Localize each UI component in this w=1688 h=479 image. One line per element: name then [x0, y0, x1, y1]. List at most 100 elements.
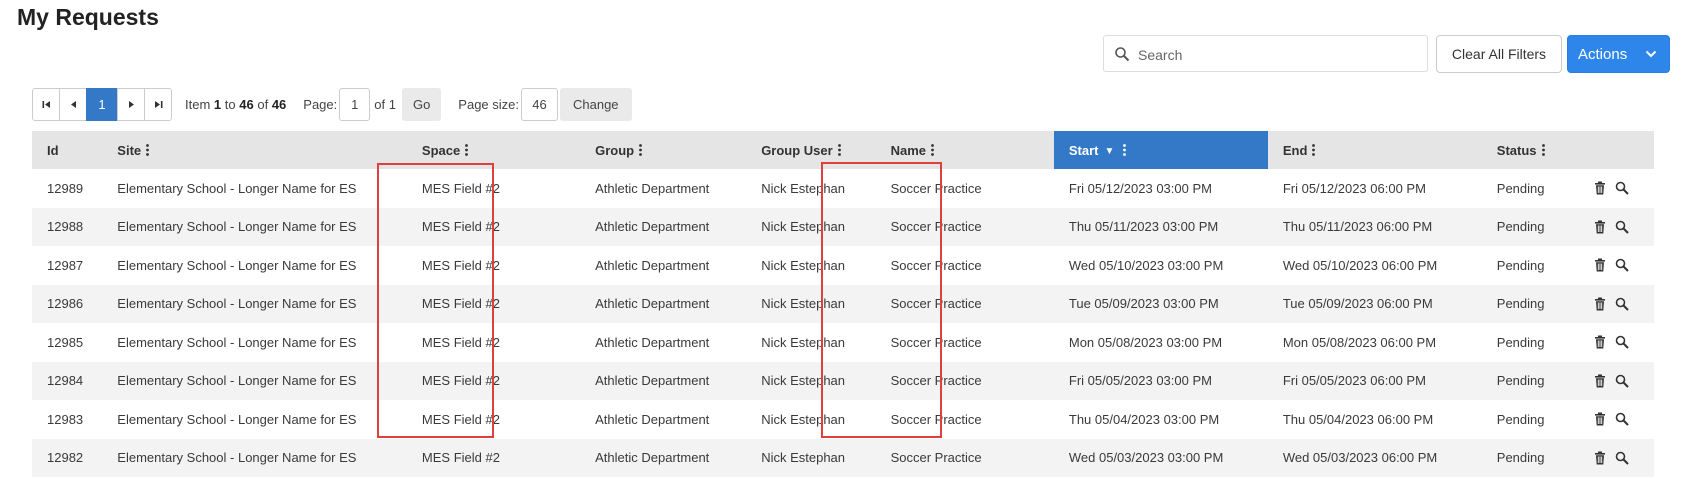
column-menu-icon[interactable]: [639, 143, 643, 156]
magnifier-icon[interactable]: [1615, 412, 1629, 426]
table-row[interactable]: 12988 Elementary School - Longer Name fo…: [32, 207, 1654, 246]
column-menu-icon[interactable]: [837, 143, 841, 156]
page-button-current[interactable]: 1: [86, 88, 118, 121]
cell-end: Thu 05/04/2023 06:00 PM: [1282, 411, 1434, 427]
trash-icon[interactable]: [1594, 297, 1606, 311]
cell-id: 12985: [47, 334, 84, 350]
cell-site: Elementary School - Longer Name for ES: [117, 180, 357, 196]
cell-space: MES Field #2: [406, 284, 581, 323]
cell-name: Soccer Practice: [875, 284, 1054, 323]
item-to-word: to: [224, 97, 236, 112]
page-size-input[interactable]: [521, 88, 558, 121]
cell-start: Wed 05/03/2023 03:00 PM: [1053, 438, 1268, 477]
magnifier-icon[interactable]: [1615, 258, 1629, 272]
page-number-input[interactable]: [339, 88, 371, 121]
column-header-group[interactable]: Group: [580, 131, 747, 169]
trash-icon[interactable]: [1594, 335, 1606, 349]
cell-group-user: Nick Estephan: [746, 438, 876, 477]
cell-name: Soccer Practice: [875, 438, 1054, 477]
prev-page-button[interactable]: [59, 88, 87, 121]
cell-status: Pending: [1496, 411, 1545, 427]
magnifier-icon[interactable]: [1615, 220, 1629, 234]
column-menu-icon[interactable]: [465, 143, 469, 156]
cell-status: Pending: [1496, 257, 1545, 273]
trash-icon[interactable]: [1594, 374, 1606, 388]
column-header-start[interactable]: Start ▼: [1053, 131, 1268, 169]
cell-group-user: Nick Estephan: [746, 284, 876, 323]
trash-icon[interactable]: [1594, 220, 1606, 234]
search-input[interactable]: [1136, 40, 1420, 69]
cell-actions: [1578, 207, 1654, 246]
column-label: Group: [595, 142, 635, 158]
go-button[interactable]: Go: [401, 88, 442, 121]
column-header-status[interactable]: Status: [1481, 131, 1579, 169]
column-header-id[interactable]: Id: [32, 131, 103, 169]
item-to: 46: [239, 97, 254, 112]
column-menu-icon[interactable]: [931, 143, 934, 156]
item-total: 46: [271, 97, 287, 112]
column-header-group-user[interactable]: Group User: [746, 131, 876, 169]
trash-icon[interactable]: [1594, 451, 1606, 465]
cell-site: Elementary School - Longer Name for ES: [117, 257, 357, 273]
page-title: My Requests: [17, 4, 159, 30]
cell-status: Pending: [1496, 180, 1545, 196]
search-box[interactable]: [1103, 35, 1428, 72]
next-page-button[interactable]: [117, 88, 145, 121]
cell-actions: [1578, 438, 1654, 477]
table-row[interactable]: 12987 Elementary School - Longer Name fo…: [32, 246, 1654, 285]
cell-space: MES Field #2: [421, 257, 500, 273]
table-row[interactable]: 12982 Elementary School - Longer Name fo…: [32, 438, 1654, 477]
table-row[interactable]: 12985 Elementary School - Longer Name fo…: [32, 323, 1654, 362]
cell-group: Athletic Department: [580, 361, 747, 400]
item-of-word: of: [257, 97, 269, 112]
cell-id: 12983: [47, 411, 84, 427]
column-menu-icon[interactable]: [1312, 143, 1316, 156]
table-row[interactable]: 12984 Elementary School - Longer Name fo…: [32, 361, 1654, 400]
requests-table: Id Site Space Group Group User Name Star…: [32, 131, 1654, 477]
cell-id: 12984: [32, 361, 103, 400]
cell-status: Pending: [1481, 284, 1579, 323]
magnifier-icon[interactable]: [1615, 451, 1629, 465]
cell-group: Athletic Department: [595, 334, 710, 350]
cell-status: Pending: [1496, 334, 1545, 350]
column-header-site[interactable]: Site: [102, 131, 407, 169]
column-label: Id: [47, 142, 59, 158]
magnifier-icon[interactable]: [1615, 374, 1629, 388]
column-header-name[interactable]: Name: [875, 131, 1054, 169]
column-header-space[interactable]: Space: [406, 131, 581, 169]
cell-name: Soccer Practice: [890, 180, 982, 196]
magnifier-icon[interactable]: [1615, 181, 1629, 195]
cell-start: Fri 05/05/2023 03:00 PM: [1053, 361, 1268, 400]
column-menu-icon[interactable]: [1123, 143, 1127, 156]
cell-space: MES Field #2: [406, 438, 581, 477]
cell-site: Elementary School - Longer Name for ES: [102, 361, 407, 400]
cell-start: Thu 05/04/2023 03:00 PM: [1068, 411, 1220, 427]
clear-all-filters-button[interactable]: Clear All Filters: [1436, 35, 1562, 73]
trash-icon[interactable]: [1594, 181, 1606, 195]
cell-group-user: Nick Estephan: [746, 207, 876, 246]
trash-icon[interactable]: [1594, 258, 1606, 272]
next-page-icon: [128, 101, 134, 108]
table-body: 12989 Elementary School - Longer Name fo…: [32, 169, 1654, 477]
cell-group: Athletic Department: [595, 411, 710, 427]
first-page-button[interactable]: [32, 88, 60, 121]
magnifier-icon[interactable]: [1615, 297, 1629, 311]
column-header-end[interactable]: End: [1267, 131, 1482, 169]
table-row[interactable]: 12983 Elementary School - Longer Name fo…: [32, 400, 1654, 439]
column-menu-icon[interactable]: [146, 143, 150, 156]
table-row[interactable]: 12989 Elementary School - Longer Name fo…: [32, 169, 1654, 208]
change-button[interactable]: Change: [560, 88, 632, 121]
magnifier-icon[interactable]: [1615, 335, 1629, 349]
item-range-text: Item 1 to 46 of 46: [185, 97, 286, 112]
cell-group: Athletic Department: [580, 438, 747, 477]
table-row[interactable]: 12986 Elementary School - Longer Name fo…: [32, 284, 1654, 323]
column-label: Status: [1496, 142, 1537, 158]
cell-id: 12989: [47, 180, 84, 196]
column-menu-icon[interactable]: [1541, 143, 1545, 156]
cell-group-user: Nick Estephan: [761, 257, 846, 273]
cell-end: Wed 05/03/2023 06:00 PM: [1267, 438, 1482, 477]
column-label: Start: [1068, 142, 1099, 158]
last-page-button[interactable]: [144, 88, 172, 121]
actions-button[interactable]: Actions: [1567, 35, 1670, 73]
trash-icon[interactable]: [1594, 412, 1606, 426]
